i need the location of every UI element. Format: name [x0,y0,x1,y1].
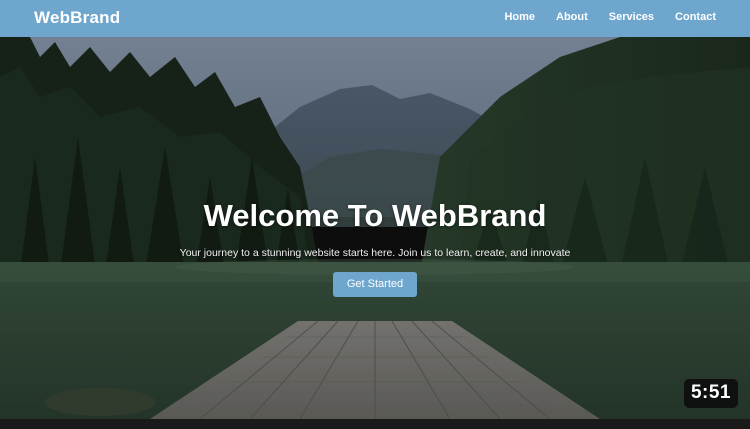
nav-links: Home About Services Contact [483,11,716,23]
nav-link-services[interactable]: Services [609,11,654,23]
hero-content: Welcome To WebBrand Your journey to a st… [0,37,750,419]
nav-link-contact[interactable]: Contact [675,11,716,23]
brand-logo[interactable]: WebBrand [34,8,120,28]
hero-title: Welcome To WebBrand [203,198,547,233]
bottom-strip [0,419,750,429]
get-started-button[interactable]: Get Started [333,272,417,297]
video-thumbnail[interactable]: WebBrand Home About Services Contact Wel… [0,0,750,429]
hero-subtitle: Your journey to a stunning website start… [179,247,571,259]
hero-section: Welcome To WebBrand Your journey to a st… [0,37,750,419]
nav-link-about[interactable]: About [556,11,588,23]
top-navbar: WebBrand Home About Services Contact [0,0,750,37]
nav-link-home[interactable]: Home [504,11,535,23]
video-duration-badge: 5:51 [683,379,738,408]
